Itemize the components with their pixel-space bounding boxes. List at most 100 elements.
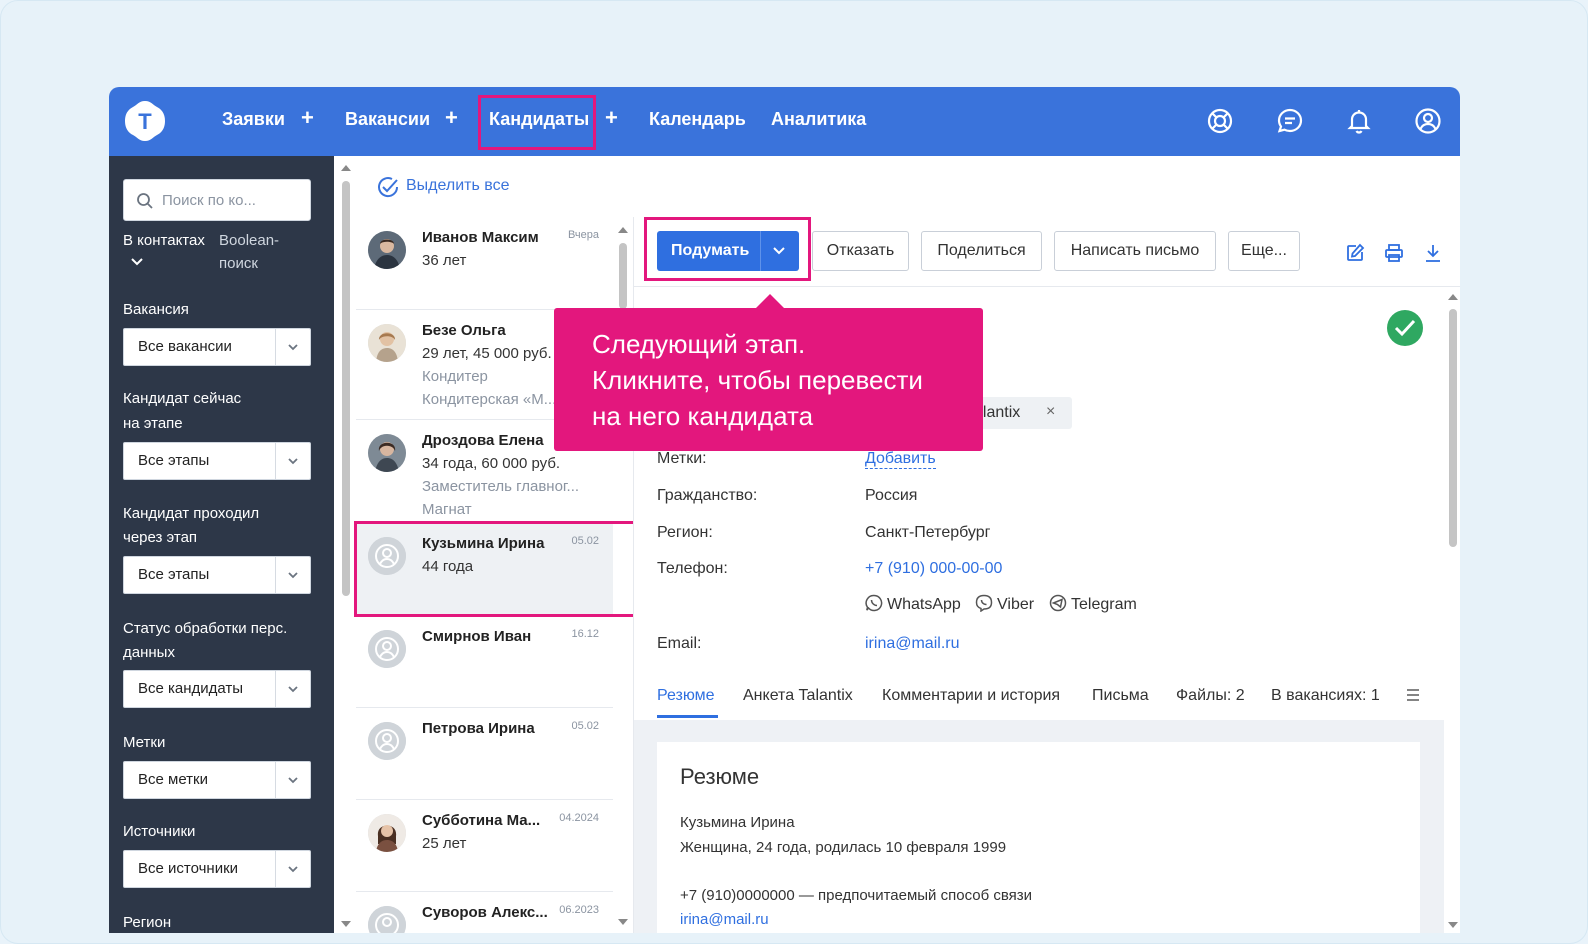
candidate-row[interactable]: Смирнов Иван 16.12: [356, 616, 613, 708]
filter-select-tags[interactable]: Все метки: [123, 761, 311, 799]
talantix-logo-icon[interactable]: T: [123, 99, 167, 143]
scroll-down-arrow-icon[interactable]: [340, 920, 352, 928]
share-button[interactable]: Поделиться: [921, 231, 1042, 271]
sidebar-scroll-thumb[interactable]: [342, 181, 350, 596]
default-avatar-icon: [368, 906, 406, 933]
success-check-icon: [1387, 310, 1423, 346]
nav-candidates-highlight: [478, 95, 596, 150]
chat-icon[interactable]: [1276, 107, 1304, 135]
user-profile-icon[interactable]: [1414, 107, 1442, 135]
add-vacancy-plus-icon[interactable]: +: [445, 105, 458, 131]
scroll-down-arrow-icon[interactable]: [617, 918, 629, 926]
resume-name: Кузьмина Ирина: [680, 814, 795, 831]
remove-tag-close-icon[interactable]: ×: [1046, 403, 1055, 421]
phone-link[interactable]: +7 (910) 000-00-00: [865, 560, 1002, 578]
filter-value: Все кандидаты: [138, 680, 244, 697]
tooltip-line-1: Следующий этап.: [592, 329, 806, 359]
candidate-row[interactable]: Субботина Ма... 04.2024 25 лет: [356, 800, 613, 892]
filters-sidebar: Поиск по ко... В контактах Boolean- поис…: [109, 156, 334, 933]
top-navigation: T Заявки + Вакансии + Кандидаты + Календ…: [109, 87, 1460, 156]
reject-button[interactable]: Отказать: [812, 231, 909, 271]
filter-select-past-stage[interactable]: Все этапы: [123, 556, 311, 594]
nav-vacancies[interactable]: Вакансии: [345, 109, 430, 130]
candidate-position: Кондитер: [422, 368, 488, 385]
notifications-bell-icon[interactable]: [1345, 107, 1373, 135]
resume-email-link[interactable]: irina@mail.ru: [680, 911, 769, 928]
tab-in-vacancies[interactable]: В вакансиях: 1: [1271, 687, 1380, 705]
think-button-highlight: [644, 217, 811, 281]
scroll-up-arrow-icon[interactable]: [617, 226, 629, 234]
tab-files[interactable]: Файлы: 2: [1176, 687, 1245, 705]
chevron-down-icon[interactable]: [131, 258, 143, 266]
whatsapp-link[interactable]: WhatsApp: [865, 594, 961, 614]
viber-link[interactable]: Viber: [975, 594, 1034, 614]
region-label: Регион:: [657, 524, 713, 541]
candidate-date: 05.02: [571, 720, 599, 732]
write-letter-button[interactable]: Написать письмо: [1054, 231, 1216, 271]
print-icon[interactable]: [1384, 243, 1404, 263]
tabs-menu-hamburger-icon[interactable]: [1406, 688, 1420, 702]
filter-label-past-stage-2: через этап: [123, 529, 198, 546]
tab-talantix-form[interactable]: Анкета Talantix: [743, 687, 853, 705]
filter-value: Все метки: [138, 771, 208, 788]
scroll-up-arrow-icon[interactable]: [1447, 293, 1459, 301]
filter-value: Все вакансии: [138, 338, 232, 355]
tab-resume[interactable]: Резюме: [657, 687, 715, 705]
add-request-plus-icon[interactable]: +: [301, 105, 314, 131]
add-tag-link[interactable]: Добавить: [865, 450, 936, 469]
chevron-down-icon: [288, 777, 298, 784]
tooltip-arrow: [756, 294, 784, 308]
resume-phone: +7 (910)0000000 — предпочитаемый способ …: [680, 887, 1033, 904]
filter-label-region: Регион: [123, 914, 172, 931]
candidate-name: Петрова Ирина: [422, 720, 535, 737]
default-avatar-icon: [368, 630, 406, 668]
filter-value: Все источники: [138, 860, 239, 877]
filter-value: Все этапы: [138, 452, 210, 469]
tab-comments-history[interactable]: Комментарии и история: [882, 687, 1060, 705]
nav-analytics[interactable]: Аналитика: [771, 109, 866, 130]
candidate-position: Заместитель главног...: [422, 478, 580, 495]
filter-select-pd-status[interactable]: Все кандидаты: [123, 670, 311, 708]
filter-label-pd-status-2: данных: [123, 644, 175, 661]
check-circle-icon: [378, 177, 399, 198]
chevron-down-icon: [288, 458, 298, 465]
search-placeholder: Поиск по ко...: [162, 192, 256, 209]
candidate-name: Суворов Алекс...: [422, 904, 548, 921]
list-scroll-thumb[interactable]: [619, 243, 627, 309]
boolean-search-link-line1[interactable]: Boolean-: [219, 229, 279, 253]
boolean-search-link-line2[interactable]: поиск: [219, 252, 258, 276]
contact-search-input[interactable]: Поиск по ко...: [123, 179, 311, 221]
candidate-name: Дроздова Елена: [422, 432, 544, 449]
nav-calendar[interactable]: Календарь: [649, 109, 746, 130]
candidate-row[interactable]: Иванов Максим Вчера 36 лет: [356, 217, 613, 310]
candidate-company: Кондитерская «М...: [422, 391, 557, 408]
telegram-link[interactable]: Telegram: [1049, 594, 1137, 614]
more-button[interactable]: Еще...: [1228, 231, 1300, 271]
detail-scroll-thumb[interactable]: [1449, 309, 1457, 547]
filter-select-current-stage[interactable]: Все этапы: [123, 442, 311, 480]
edit-pencil-icon[interactable]: [1345, 243, 1365, 263]
resume-card: Резюме Кузьмина Ирина Женщина, 24 года, …: [657, 742, 1420, 933]
detail-scrollbar[interactable]: [1447, 293, 1459, 933]
download-icon[interactable]: [1423, 243, 1443, 263]
filter-label-current-stage-2: на этапе: [123, 415, 183, 432]
selected-candidate-highlight: [354, 521, 638, 617]
add-candidate-plus-icon[interactable]: +: [605, 105, 618, 131]
active-tab-underline: [657, 715, 718, 718]
sidebar-scrollbar[interactable]: [334, 156, 356, 933]
tab-letters[interactable]: Письма: [1092, 687, 1149, 705]
help-lifebuoy-icon[interactable]: [1206, 107, 1234, 135]
scroll-up-arrow-icon[interactable]: [340, 164, 352, 172]
app-window: T Заявки + Вакансии + Кандидаты + Календ…: [109, 87, 1460, 933]
filter-select-vacancy[interactable]: Все вакансии: [123, 328, 311, 366]
resume-demographics: Женщина, 24 года, родилась 10 февраля 19…: [680, 839, 1007, 856]
tags-label: Метки:: [657, 450, 707, 467]
filter-select-sources[interactable]: Все источники: [123, 850, 311, 888]
email-link[interactable]: irina@mail.ru: [865, 635, 959, 653]
in-contacts-dropdown[interactable]: В контактах: [123, 229, 205, 253]
nav-requests[interactable]: Заявки: [222, 109, 285, 130]
candidate-row[interactable]: Петрова Ирина 05.02: [356, 708, 613, 800]
chevron-down-icon: [288, 344, 298, 351]
scroll-down-arrow-icon[interactable]: [1447, 921, 1459, 929]
candidate-row[interactable]: Суворов Алекс... 06.2023: [356, 892, 613, 933]
